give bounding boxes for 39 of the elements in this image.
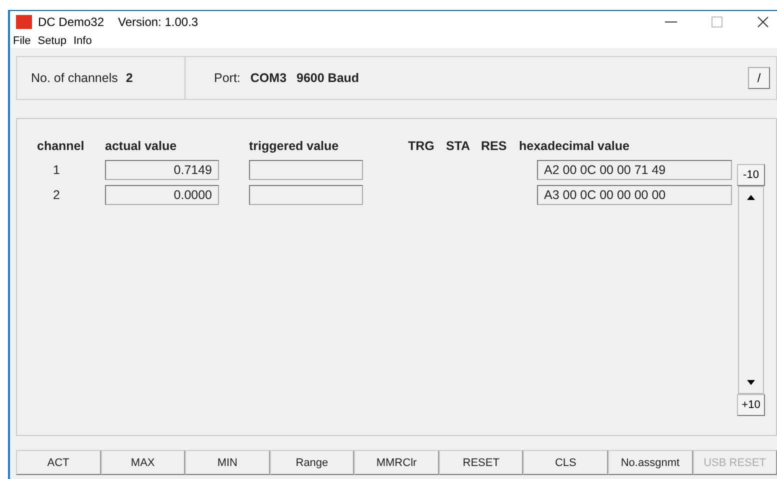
channels-label: No. of channels — [31, 71, 118, 85]
command-button[interactable]: ACT — [16, 450, 101, 475]
close-icon[interactable] — [757, 16, 769, 28]
column-header: STA — [446, 139, 472, 155]
column-header: TRG — [408, 139, 436, 155]
command-button[interactable]: CLS — [523, 450, 608, 475]
window-title: DC Demo32 — [38, 15, 104, 29]
scroll-up-icon[interactable] — [747, 195, 755, 200]
channel-number: 1 — [52, 162, 61, 176]
column-header: RES — [481, 139, 508, 155]
port-label: Port: — [214, 71, 240, 85]
hex-value-field: A3 00 0C 00 00 00 00 — [537, 184, 732, 204]
column-header: hexadecimal value — [519, 139, 630, 155]
page-up-button[interactable]: -10 — [737, 164, 765, 186]
command-button[interactable]: Range — [270, 450, 354, 475]
actual-value-field: 0.7149 — [105, 160, 219, 180]
version-label: Version: 1.00.3 — [118, 15, 198, 29]
command-button[interactable]: MIN — [185, 450, 270, 475]
channel-number: 2 — [52, 188, 61, 202]
baud-value: 9600 Baud — [296, 71, 360, 85]
channels-value: 2 — [126, 71, 133, 85]
command-button[interactable]: RESET — [438, 450, 524, 475]
column-header: channel — [37, 139, 86, 155]
command-button[interactable]: MAX — [100, 450, 186, 475]
column-header: triggered value — [249, 139, 340, 155]
menu-item[interactable]: Setup — [38, 34, 66, 46]
app-logo-icon — [16, 15, 32, 29]
edit-button[interactable]: / — [748, 67, 770, 89]
column-header: actual value — [105, 139, 178, 155]
port-value: COM3 — [250, 71, 287, 85]
hex-value-field: A2 00 0C 00 00 71 49 — [537, 160, 732, 180]
command-button[interactable]: MMRClr — [354, 450, 439, 475]
page-down-button[interactable]: +10 — [737, 394, 765, 416]
scroll-down-icon[interactable] — [747, 380, 755, 385]
menu-item[interactable]: File — [13, 34, 31, 46]
menu-item[interactable]: Info — [73, 34, 92, 46]
scrollbar[interactable] — [738, 186, 764, 394]
actual-value-field: 0.0000 — [105, 184, 219, 204]
command-button[interactable]: No.assgnmt — [608, 450, 692, 475]
